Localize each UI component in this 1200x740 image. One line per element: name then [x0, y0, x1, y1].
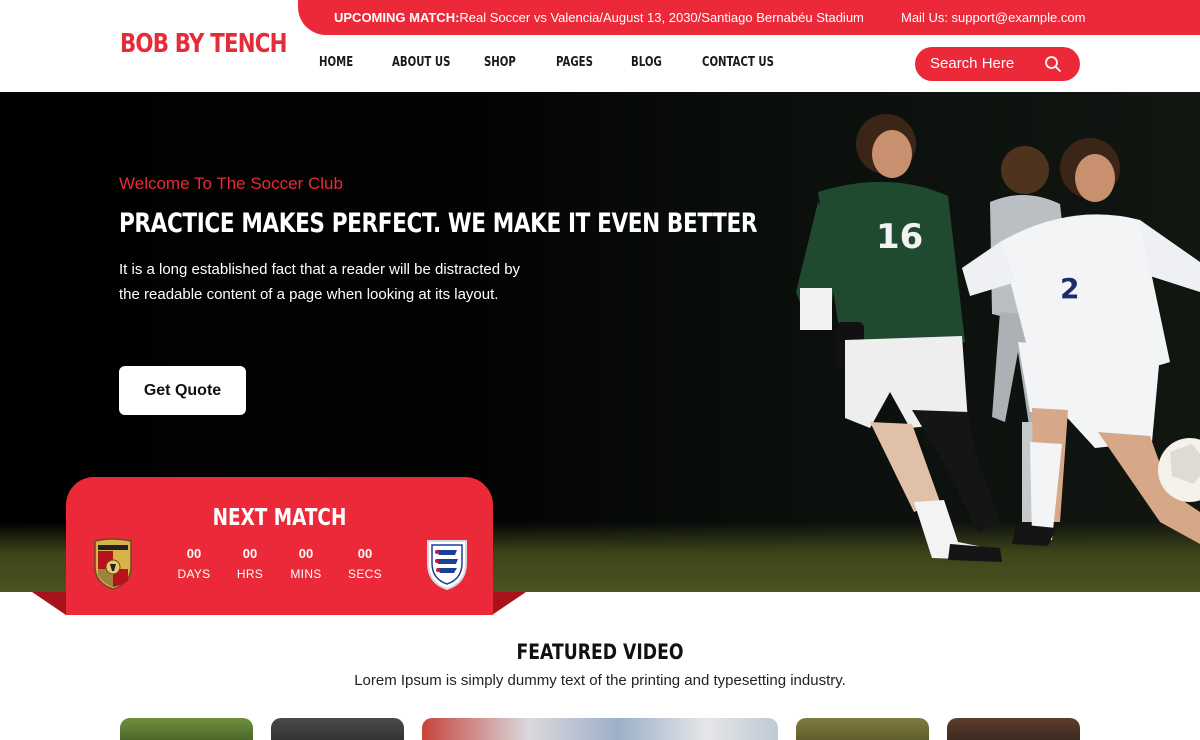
countdown-days-label: DAYS [177, 567, 211, 581]
countdown-seconds-label: SECS [348, 567, 382, 581]
mail-contact[interactable]: Mail Us: support@example.com [901, 10, 1085, 25]
countdown-hours-label: HRS [236, 567, 264, 581]
card-ribbon-right [492, 592, 526, 615]
video-thumbnail[interactable] [796, 718, 929, 740]
upcoming-match-text: Real Soccer vs Valencia/August 13, 2030/… [459, 10, 864, 25]
upcoming-match-info: UPCOMING MATCH:Real Soccer vs Valencia/A… [334, 10, 864, 25]
site-header: UPCOMING MATCH:Real Soccer vs Valencia/A… [0, 0, 1200, 92]
featured-video-subtitle: Lorem Ipsum is simply dummy text of the … [354, 672, 846, 689]
countdown-hours: 00 HRS [220, 546, 280, 581]
countdown-minutes-value: 00 [298, 546, 314, 561]
upcoming-match-label: UPCOMING MATCH: [334, 10, 460, 25]
next-match-card: NEXT MATCH 00 DAYS 00 HRS 00 MINS 00 SEC… [66, 477, 493, 615]
countdown-minutes: 00 MINS [276, 546, 336, 581]
hero-title: PRACTICE MAKES PERFECT. WE MAKE IT EVEN … [119, 208, 758, 239]
search-input[interactable] [930, 55, 1040, 72]
nav-contact-us[interactable]: CONTACT US [702, 55, 774, 70]
card-ribbon-left [32, 592, 66, 615]
countdown-days: 00 DAYS [164, 546, 224, 581]
countdown-seconds-value: 00 [357, 546, 373, 561]
countdown-minutes-label: MINS [290, 567, 322, 581]
nav-blog[interactable]: BLOG [631, 55, 662, 70]
top-info-bar: UPCOMING MATCH:Real Soccer vs Valencia/A… [298, 0, 1200, 35]
countdown-days-value: 00 [186, 546, 202, 561]
get-quote-button[interactable]: Get Quote [119, 366, 246, 415]
search-icon[interactable] [1044, 55, 1062, 73]
video-thumbnail[interactable] [947, 718, 1080, 740]
countdown-seconds: 00 SECS [335, 546, 395, 581]
site-logo[interactable]: BOB BY TENCH [120, 29, 287, 59]
porsche-crest-icon [94, 538, 132, 590]
video-thumbnail-featured[interactable] [422, 718, 778, 740]
video-thumbnail[interactable] [120, 718, 253, 740]
nav-shop[interactable]: SHOP [484, 55, 516, 70]
soccer-players-photo: 16 2 [796, 114, 1200, 562]
nav-pages[interactable]: PAGES [556, 55, 593, 70]
hero-description: It is a long established fact that a rea… [119, 261, 521, 303]
featured-video-title: FEATURED VIDEO [516, 640, 684, 664]
next-match-title: NEXT MATCH [212, 505, 347, 531]
svg-text:16: 16 [876, 217, 923, 257]
hero-welcome: Welcome To The Soccer Club [119, 174, 343, 193]
nav-home[interactable]: HOME [319, 55, 353, 70]
england-crest-icon [427, 540, 467, 591]
countdown-hours-value: 00 [242, 546, 258, 561]
search-box [915, 47, 1080, 81]
video-thumbnail[interactable] [271, 718, 404, 740]
nav-about-us[interactable]: ABOUT US [392, 55, 450, 70]
svg-text:2: 2 [1060, 272, 1079, 305]
